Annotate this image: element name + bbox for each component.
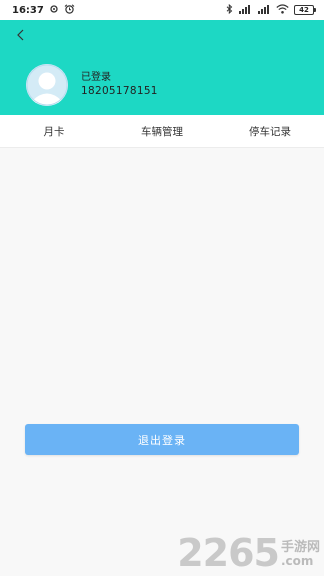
battery-icon: 42 (294, 5, 316, 15)
battery-level: 42 (299, 6, 309, 14)
logout-button[interactable]: 退出登录 (25, 424, 299, 455)
watermark-site-en: .com (280, 554, 314, 568)
avatar (26, 64, 68, 106)
watermark-logo: 2265 手游网 .com (177, 534, 320, 572)
tab-vehicle-management[interactable]: 车辆管理 (108, 115, 216, 148)
profile-header: 已登录 18205178151 (0, 20, 324, 115)
watermark-number: 2265 (177, 531, 280, 575)
bluetooth-icon (226, 3, 233, 17)
watermark-site-cn: 手游网 (280, 540, 320, 555)
signal-2-icon (257, 4, 271, 17)
back-arrow-icon (17, 29, 24, 41)
back-button[interactable] (10, 24, 32, 46)
tab-monthly-card[interactable]: 月卡 (0, 115, 108, 148)
tab-parking-records[interactable]: 停车记录 (216, 115, 324, 148)
status-time: 16:37 (12, 4, 44, 16)
tab-bar: 月卡 车辆管理 停车记录 (0, 115, 324, 148)
status-right: 42 (226, 3, 316, 17)
watermark-side: 手游网 .com (281, 540, 320, 568)
status-left: 16:37 (12, 3, 75, 17)
user-avatar-icon (26, 64, 68, 106)
status-bar: 16:37 42 (0, 0, 324, 20)
user-phone: 18205178151 (81, 85, 158, 97)
signal-1-icon (238, 4, 252, 17)
alarm-clock-icon (64, 3, 75, 17)
login-status: 已登录 (81, 72, 111, 83)
wifi-icon (276, 3, 289, 17)
settings-gear-icon (49, 4, 59, 17)
